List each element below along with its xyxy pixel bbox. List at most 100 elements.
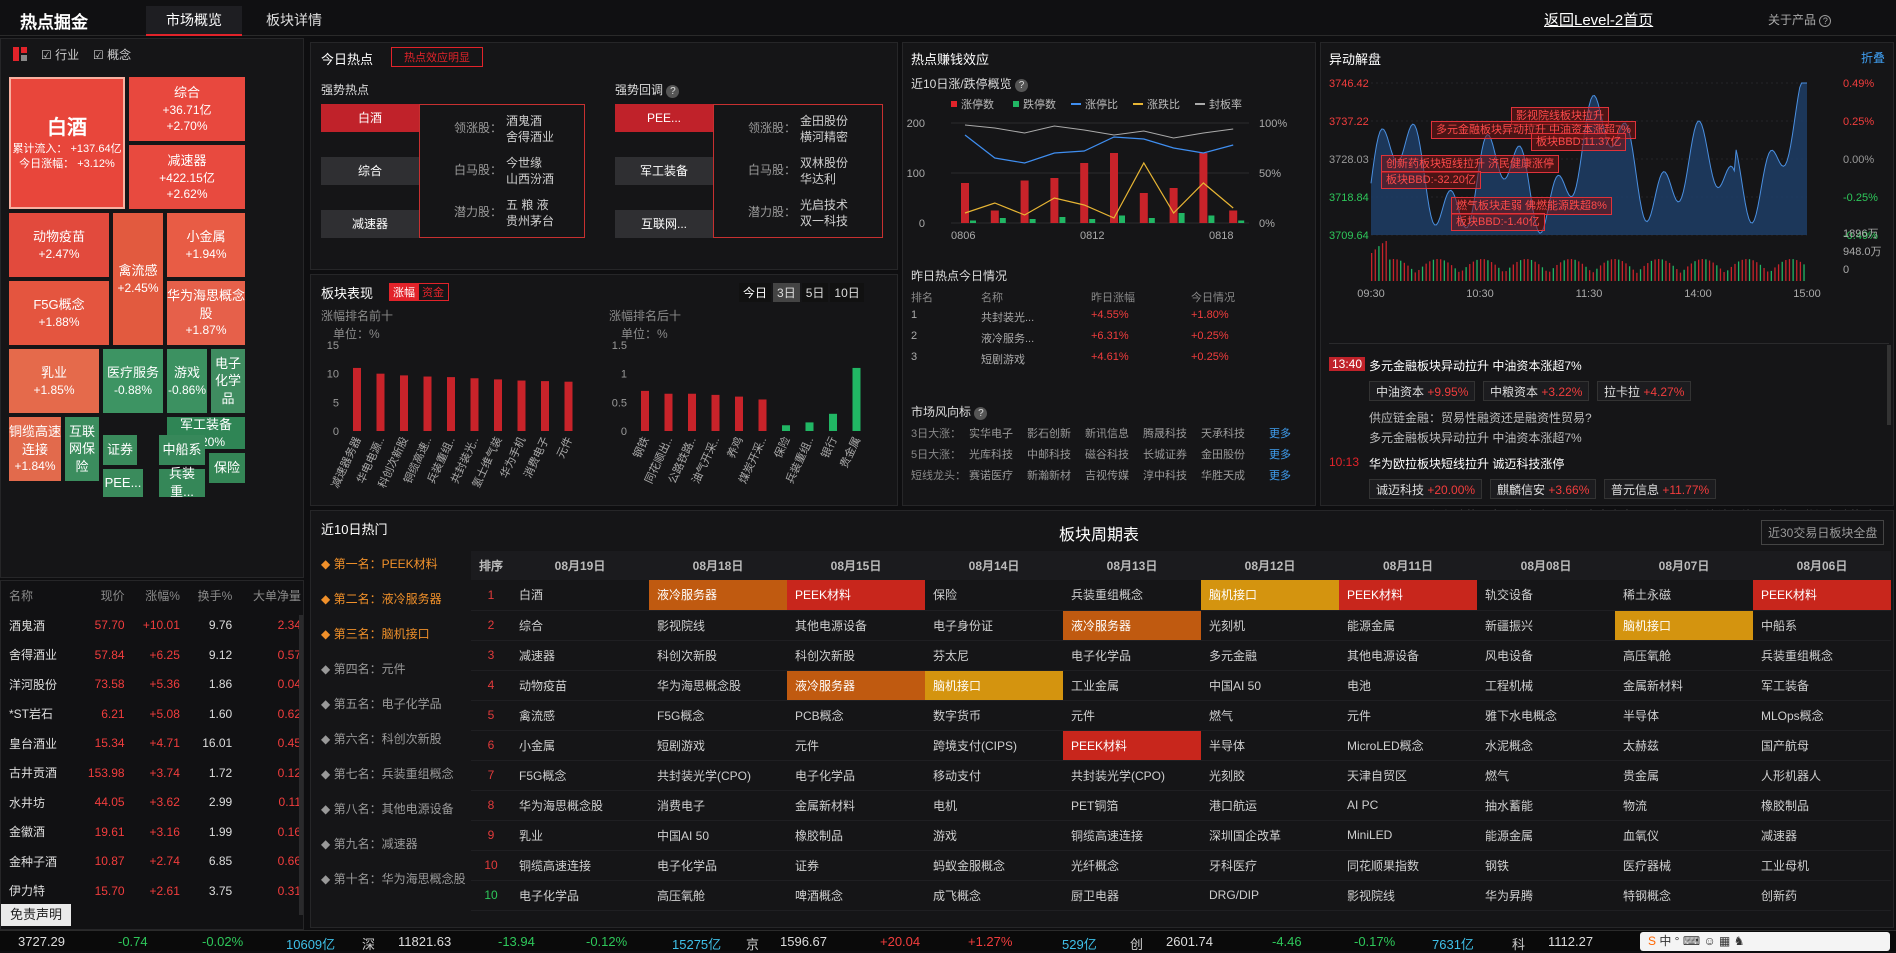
cycle-cell[interactable]: 脑机接口 <box>925 670 1063 701</box>
cycle-cell[interactable]: 能源金属 <box>1339 610 1477 641</box>
cycle-cell[interactable]: 高压氧舱 <box>649 880 787 911</box>
cycle-cell[interactable]: 能源金属 <box>1477 820 1615 851</box>
treemap-cell[interactable]: 游戏 -0.86% <box>167 349 207 413</box>
cycle-cell[interactable]: PEEK材料 <box>1063 730 1201 761</box>
cycle-cell[interactable]: 雅下水电概念 <box>1477 700 1615 731</box>
cycle-cell[interactable]: 多元金融 <box>1201 640 1339 671</box>
cycle-cell[interactable]: 创新药 <box>1753 880 1891 911</box>
wind-stock[interactable]: 天承科技 <box>1201 425 1245 441</box>
cycle-cell[interactable]: PEEK材料 <box>787 580 925 611</box>
rise-tab[interactable]: 涨幅 <box>389 283 419 301</box>
cycle-cell[interactable]: 电子化学品 <box>1063 640 1201 671</box>
cycle-cell[interactable]: 蚂蚁金服概念 <box>925 850 1063 881</box>
cycle-cell[interactable]: 燃气 <box>1477 760 1615 791</box>
period-10d[interactable]: 10日 <box>830 283 864 302</box>
potential2-stock-2[interactable]: 双一科技 <box>800 213 848 229</box>
cycle-cell[interactable]: 铜缆高速连接 <box>1063 820 1201 851</box>
stock-row[interactable]: 金徽酒 19.61 +3.16 1.99 0.16 <box>5 817 305 847</box>
stock-row[interactable]: 皇台酒业 15.34 +4.71 16.01 0.45 <box>5 729 305 759</box>
cycle-cell[interactable]: PEEK材料 <box>1339 580 1477 611</box>
recent-hot-rank-item[interactable]: ◆ 第一名：PEEK材料 <box>321 555 438 572</box>
news-stock-chip[interactable]: 普元信息 +11.77% <box>1604 479 1717 499</box>
cycle-cell[interactable]: 血氧仪 <box>1615 820 1753 851</box>
limit-down-bar[interactable] <box>1119 215 1125 224</box>
cycle-cell[interactable]: MiniLED <box>1339 820 1477 851</box>
performance-bar[interactable] <box>758 399 767 431</box>
cycle-cell[interactable]: 白酒 <box>511 580 649 611</box>
white2-stock-2[interactable]: 华达利 <box>800 171 836 187</box>
cycle-cell[interactable]: 移动支付 <box>925 760 1063 791</box>
fold-button[interactable]: 折叠 <box>1861 49 1885 66</box>
chart-annotation[interactable]: 板块BBD:-32.20亿 <box>1381 171 1481 189</box>
cycle-cell[interactable]: 新疆振兴 <box>1477 610 1615 641</box>
chart-annotation[interactable]: 板块BBD:-1.40亿 <box>1451 213 1545 231</box>
limit-up-bar[interactable] <box>1139 193 1148 223</box>
cycle-cell[interactable]: 动物疫苗 <box>511 670 649 701</box>
wind-stock[interactable]: 金田股份 <box>1201 446 1245 462</box>
about-product[interactable]: 关于产品 ? <box>1768 11 1832 28</box>
recent-hot-rank-item[interactable]: ◆ 第八名：其他电源设备 <box>321 800 454 817</box>
limit-down-bar[interactable] <box>1089 219 1096 223</box>
cycle-cell[interactable]: 综合 <box>511 610 649 641</box>
cycle-cell[interactable]: 中国AI 50 <box>1201 670 1339 701</box>
cycle-cell[interactable]: 天津自贸区 <box>1339 760 1477 791</box>
treemap-cell[interactable]: 互联网保险 <box>65 417 99 481</box>
treemap-cell[interactable]: F5G概念 +1.88% <box>9 281 109 345</box>
strong-hot-item-1[interactable]: 白酒 <box>321 104 419 132</box>
performance-bar[interactable] <box>517 380 526 431</box>
cycle-cell[interactable]: 电机 <box>925 790 1063 821</box>
wind-stock[interactable]: 光库科技 <box>969 446 1013 462</box>
cycle-cell[interactable]: 消费电子 <box>649 790 787 821</box>
performance-bar[interactable] <box>564 381 573 431</box>
cycle-cell[interactable]: 啤酒概念 <box>787 880 925 911</box>
cycle-cell[interactable]: 牙科医疗 <box>1201 850 1339 881</box>
period-5d[interactable]: 5日 <box>801 283 829 302</box>
pullback-item-1[interactable]: PEE... <box>615 104 713 132</box>
cycle-cell[interactable]: 脑机接口 <box>1201 580 1339 611</box>
cycle-cell[interactable]: 兵装重组概念 <box>1063 580 1201 611</box>
cycle-cell[interactable]: 保险 <box>925 580 1063 611</box>
treemap-cell[interactable]: 中船系 <box>159 435 205 465</box>
cycle-cell[interactable]: 医疗器械 <box>1615 850 1753 881</box>
stock-col-header[interactable]: 大单净量 <box>236 581 305 611</box>
recent-hot-rank-item[interactable]: ◆ 第七名：兵装重组概念 <box>321 765 454 782</box>
cycle-cell[interactable]: 工业金属 <box>1063 670 1201 701</box>
treemap-cell[interactable]: 医疗服务 -0.88% <box>103 349 163 413</box>
cycle-cell[interactable]: 同花顺果指数 <box>1339 850 1477 881</box>
cycle-cell[interactable]: F5G概念 <box>649 700 787 731</box>
leader-stock-1[interactable]: 酒鬼酒 <box>506 113 542 129</box>
cycle-cell[interactable]: 共封装光学(CPO) <box>1063 760 1201 791</box>
treemap-cell[interactable]: 乳业 +1.85% <box>9 349 99 413</box>
cycle-cell[interactable]: 其他电源设备 <box>1339 640 1477 671</box>
stock-row[interactable]: 伊力特 15.70 +2.61 3.75 0.31 <box>5 876 305 906</box>
stock-col-header[interactable]: 换手% <box>184 581 236 611</box>
back-level2-link[interactable]: 返回Level-2首页 <box>1544 9 1653 30</box>
leader2-stock-2[interactable]: 横河精密 <box>800 129 848 145</box>
all-30d-button[interactable]: 近30交易日板块全盘 <box>1761 520 1885 545</box>
stock-row[interactable]: 古井贡酒 153.98 +3.74 1.72 0.12 <box>5 758 305 788</box>
performance-bar[interactable] <box>423 376 432 431</box>
cycle-cell[interactable]: 跨境支付(CIPS) <box>925 730 1063 761</box>
limit-up-bar[interactable] <box>961 183 969 223</box>
news-scrollbar[interactable] <box>1887 345 1891 425</box>
cycle-cell[interactable]: 金属新材料 <box>1615 670 1753 701</box>
cycle-cell[interactable]: 元件 <box>787 730 925 761</box>
cycle-cell[interactable]: 元件 <box>1063 700 1201 731</box>
treemap-cell[interactable]: 减速器 +422.15亿 +2.62% <box>129 145 245 209</box>
performance-bar[interactable] <box>782 425 790 431</box>
wind-stock[interactable]: 新讯信息 <box>1085 425 1129 441</box>
cycle-cell[interactable]: DRG/DIP <box>1201 880 1339 911</box>
cycle-cell[interactable]: MicroLED概念 <box>1339 730 1477 761</box>
cycle-cell[interactable]: 钢铁 <box>1477 850 1615 881</box>
cycle-cell[interactable]: 其他电源设备 <box>787 610 925 641</box>
treemap-cell[interactable]: 小金属 +1.94% <box>167 213 245 277</box>
cycle-cell[interactable]: 游戏 <box>925 820 1063 851</box>
limit-help-icon[interactable]: ? <box>1015 79 1029 92</box>
cycle-cell[interactable]: 高压氧舱 <box>1615 640 1753 671</box>
cycle-cell[interactable]: 华为昇腾 <box>1477 880 1615 911</box>
fund-tab[interactable]: 资金 <box>417 283 449 301</box>
news-stock-chip[interactable]: 中粮资本 +3.22% <box>1483 381 1590 401</box>
limit-up-bar[interactable] <box>990 210 999 224</box>
stock-row[interactable]: 洋河股份 73.58 +5.36 1.86 0.04 <box>5 670 305 700</box>
yesterday-cell[interactable]: 共封装光... <box>981 309 1034 325</box>
